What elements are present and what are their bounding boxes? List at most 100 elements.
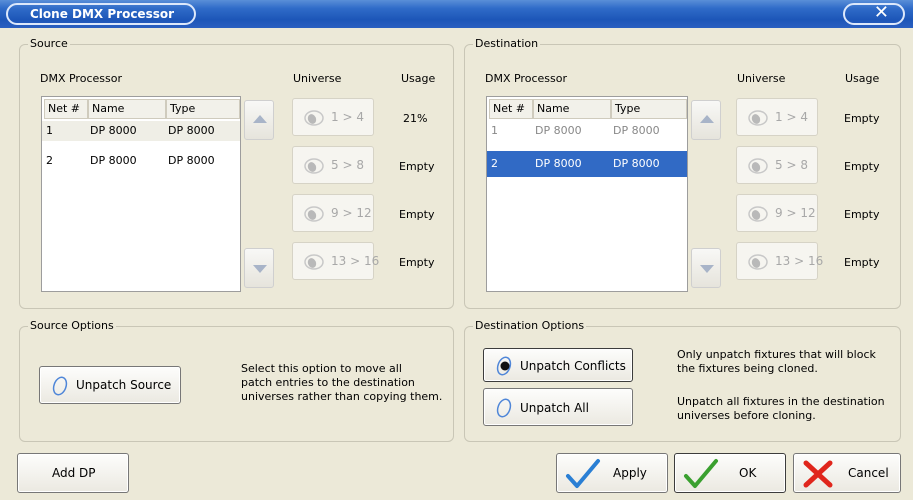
- universe-icon: [304, 206, 324, 222]
- arrow-up-icon: [700, 115, 714, 123]
- source-scroll-down-button[interactable]: [244, 248, 274, 288]
- radio-off-icon: [496, 398, 512, 418]
- ok-label: OK: [739, 466, 757, 480]
- destination-universe-1-label: 1 > 4: [775, 110, 808, 124]
- universe-icon: [748, 206, 768, 222]
- source-row-2-name: DP 8000: [90, 154, 137, 167]
- unpatch-all-description: Unpatch all fixtures in the destination …: [677, 395, 899, 423]
- destination-universe-13-16[interactable]: 13 > 16: [736, 242, 823, 280]
- source-usage-3: Empty: [399, 208, 435, 221]
- apply-button[interactable]: Apply: [556, 453, 668, 493]
- source-options-desc-line-3: universes rather than copying them.: [241, 390, 443, 403]
- source-options-desc-line-2: patch entries to the destination: [241, 376, 415, 389]
- source-scroll-up-button[interactable]: [244, 100, 274, 140]
- source-universe-1-4[interactable]: 1 > 4: [292, 98, 374, 136]
- source-header-type[interactable]: Type: [166, 99, 240, 119]
- source-row-2-net: 2: [46, 154, 53, 167]
- universe-icon: [748, 158, 768, 174]
- destination-universe-3-label: 9 > 12: [775, 206, 816, 220]
- arrow-down-icon: [253, 265, 267, 273]
- unpatch-all-button[interactable]: Unpatch All: [483, 388, 633, 426]
- unpatch-all-desc-line-1: Unpatch all fixtures in the destination: [677, 395, 885, 408]
- unpatch-conflicts-desc-line-1: Only unpatch fixtures that will block: [677, 348, 876, 361]
- source-options-title: Source Options: [28, 319, 116, 332]
- source-universe-2-label: 5 > 8: [331, 158, 364, 172]
- destination-processor-list[interactable]: Net # Name Type 1 DP 8000 DP 8000 2 DP 8…: [486, 96, 688, 292]
- source-universe-label: Universe: [293, 72, 342, 85]
- source-universe-3-label: 9 > 12: [331, 206, 372, 220]
- source-universe-1-label: 1 > 4: [331, 110, 364, 124]
- title-bar: Clone DMX Processor ✕: [0, 0, 913, 28]
- destination-row-1[interactable]: 1 DP 8000 DP 8000: [487, 121, 687, 141]
- add-dp-label: Add DP: [52, 466, 96, 480]
- destination-universe-4-label: 13 > 16: [775, 254, 824, 268]
- destination-universe-1-4[interactable]: 1 > 4: [736, 98, 818, 136]
- close-button[interactable]: ✕: [843, 3, 905, 25]
- destination-options-group: Destination Options Unpatch Conflicts On…: [464, 319, 901, 442]
- source-dmx-label: DMX Processor: [40, 72, 122, 85]
- destination-row-2-name: DP 8000: [535, 157, 582, 170]
- destination-group-title: Destination: [473, 37, 541, 50]
- destination-scroll-up-button[interactable]: [691, 100, 721, 140]
- radio-off-icon: [52, 376, 68, 396]
- source-universe-4-label: 13 > 16: [331, 254, 380, 268]
- destination-usage-3: Empty: [844, 208, 880, 221]
- check-icon: [684, 459, 718, 488]
- arrow-up-icon: [253, 115, 267, 123]
- source-usage-4: Empty: [399, 256, 435, 269]
- destination-universe-9-12[interactable]: 9 > 12: [736, 194, 818, 232]
- universe-icon: [304, 110, 324, 126]
- source-usage-1: 21%: [403, 112, 428, 125]
- radio-on-icon: [496, 356, 512, 376]
- source-options-desc-line-1: Select this option to move all: [241, 362, 402, 375]
- destination-universe-label: Universe: [737, 72, 786, 85]
- unpatch-all-desc-line-2: universes before cloning.: [677, 409, 816, 422]
- destination-row-1-name: DP 8000: [535, 124, 582, 137]
- source-usage-label: Usage: [401, 72, 436, 85]
- destination-universe-5-8[interactable]: 5 > 8: [736, 146, 818, 184]
- source-universe-9-12[interactable]: 9 > 12: [292, 194, 374, 232]
- cancel-button[interactable]: Cancel: [793, 453, 901, 493]
- source-universe-5-8[interactable]: 5 > 8: [292, 146, 374, 184]
- source-row-1[interactable]: 1 DP 8000 DP 8000: [42, 121, 240, 141]
- unpatch-all-label: Unpatch All: [520, 401, 589, 415]
- unpatch-conflicts-desc-line-2: the fixtures being cloned.: [677, 362, 818, 375]
- add-dp-button[interactable]: Add DP: [17, 453, 129, 493]
- universe-icon: [748, 254, 768, 270]
- destination-header-name[interactable]: Name: [533, 99, 611, 119]
- close-icon: ✕: [873, 2, 889, 23]
- destination-row-2-type: DP 8000: [613, 157, 660, 170]
- source-group-title: Source: [28, 37, 70, 50]
- destination-scroll-down-button[interactable]: [691, 248, 721, 288]
- source-processor-list[interactable]: Net # Name Type 1 DP 8000 DP 8000 2 DP 8…: [41, 96, 241, 292]
- destination-group: Destination DMX Processor Universe Usage…: [464, 37, 901, 309]
- source-universe-13-16[interactable]: 13 > 16: [292, 242, 379, 280]
- universe-icon: [748, 110, 768, 126]
- destination-row-1-net: 1: [491, 124, 498, 137]
- unpatch-source-button[interactable]: Unpatch Source: [39, 366, 181, 404]
- unpatch-conflicts-label: Unpatch Conflicts: [520, 359, 626, 373]
- apply-label: Apply: [613, 466, 647, 480]
- source-header-name[interactable]: Name: [88, 99, 166, 119]
- universe-icon: [304, 158, 324, 174]
- source-options-description: Select this option to move all patch ent…: [241, 362, 451, 404]
- destination-usage-4: Empty: [844, 256, 880, 269]
- source-usage-2: Empty: [399, 160, 435, 173]
- window-title: Clone DMX Processor: [6, 3, 196, 25]
- source-row-1-name: DP 8000: [90, 124, 137, 137]
- unpatch-conflicts-button[interactable]: Unpatch Conflicts: [483, 348, 633, 382]
- cancel-x-icon: [803, 460, 833, 488]
- ok-button[interactable]: OK: [674, 453, 786, 493]
- source-header-net[interactable]: Net #: [44, 99, 88, 119]
- source-group: Source DMX Processor Universe Usage Net …: [19, 37, 454, 309]
- destination-header-net[interactable]: Net #: [489, 99, 533, 119]
- destination-row-2-net: 2: [491, 157, 498, 170]
- destination-row-2[interactable]: 2 DP 8000 DP 8000: [487, 151, 687, 177]
- destination-universe-2-label: 5 > 8: [775, 158, 808, 172]
- source-row-2[interactable]: 2 DP 8000 DP 8000: [42, 151, 240, 171]
- arrow-down-icon: [700, 265, 714, 273]
- destination-usage-label: Usage: [845, 72, 880, 85]
- destination-header-type[interactable]: Type: [611, 99, 687, 119]
- unpatch-conflicts-description: Only unpatch fixtures that will block th…: [677, 348, 899, 376]
- universe-icon: [304, 254, 324, 270]
